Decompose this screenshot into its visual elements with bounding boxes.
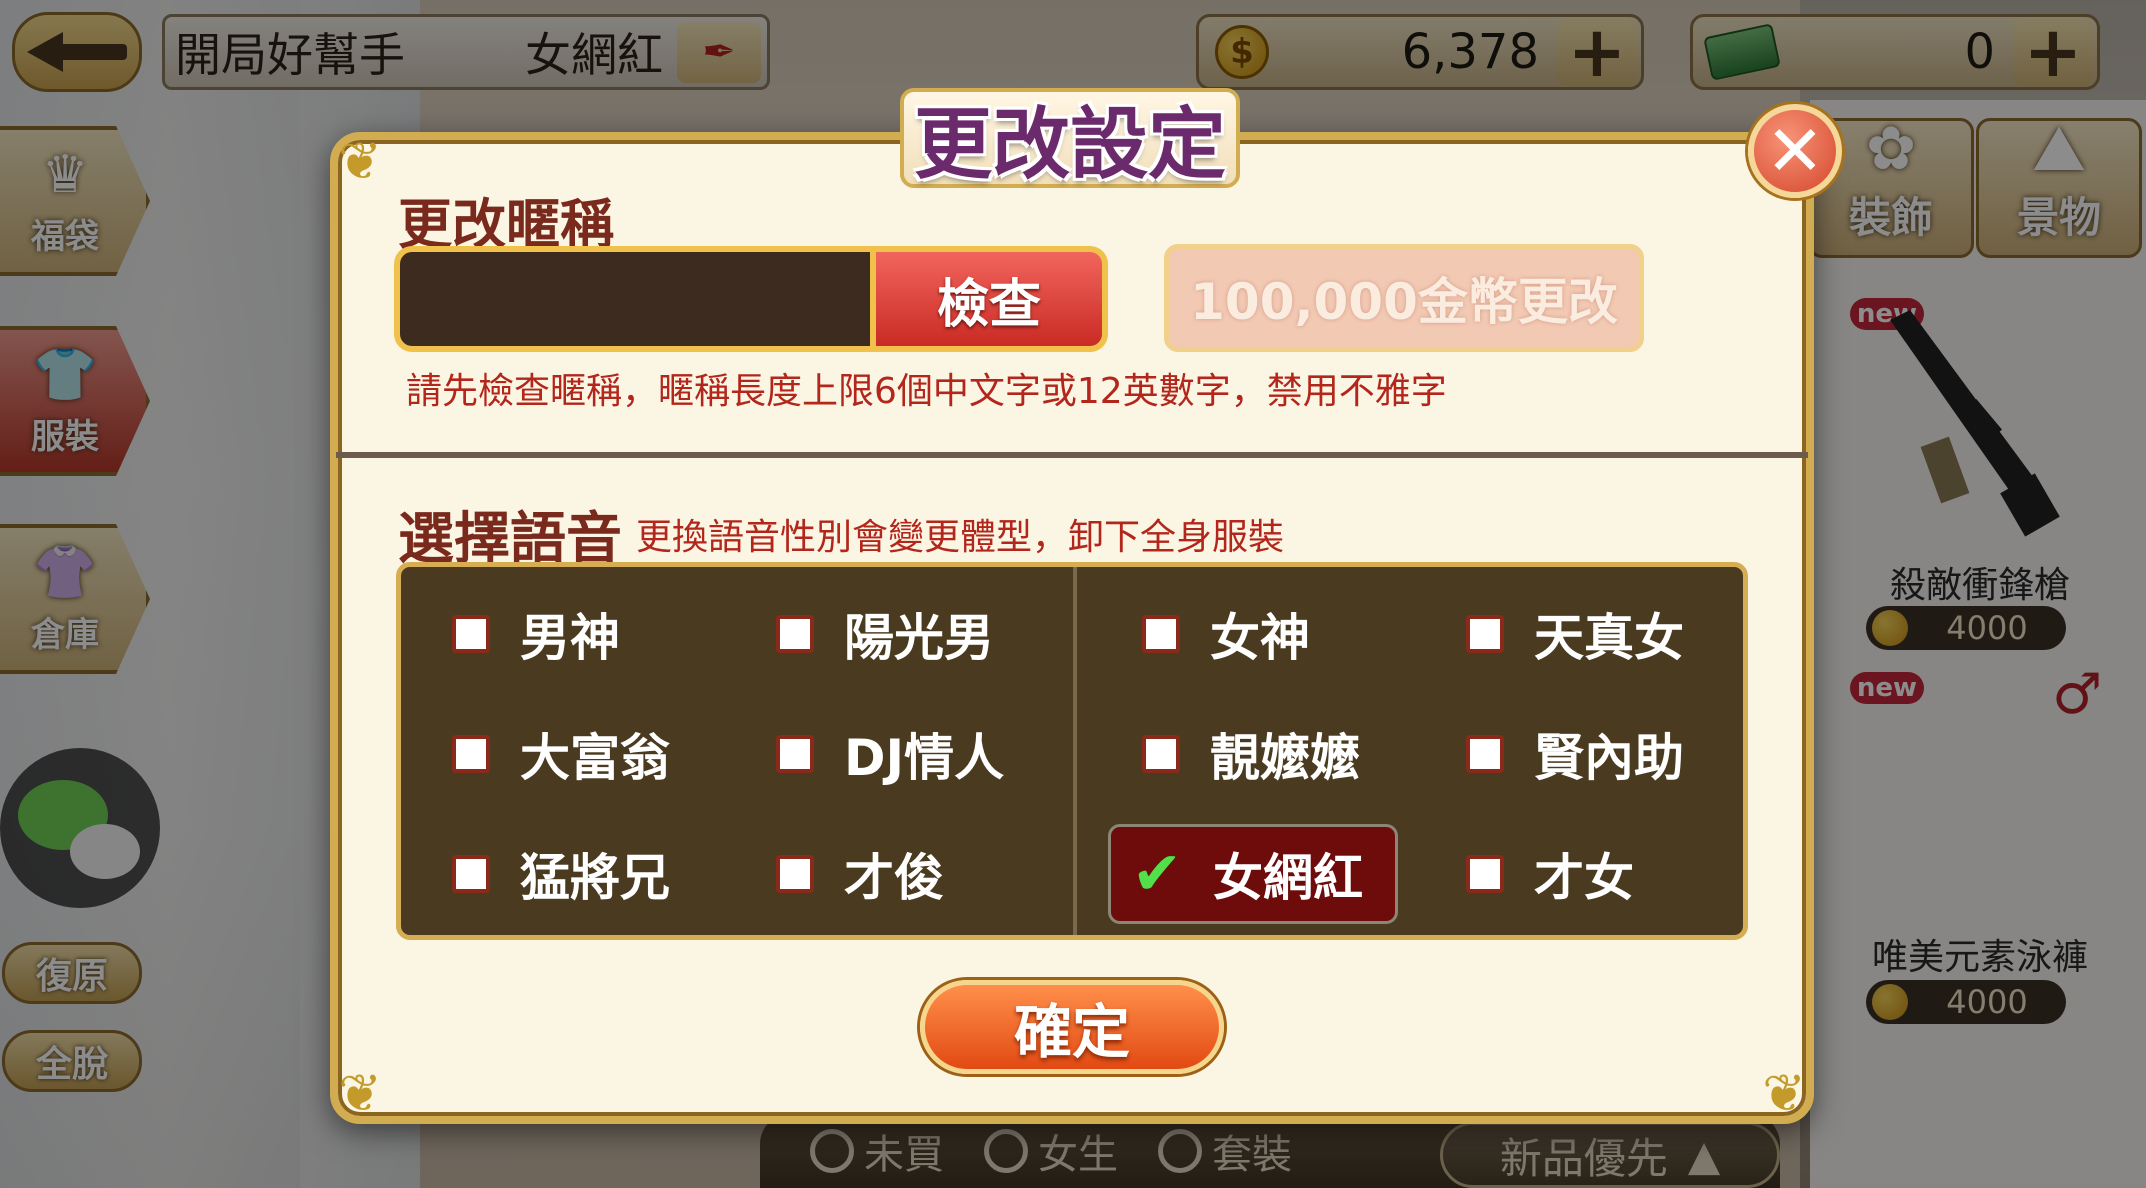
corner-ornament-icon: ❦ [338,1064,382,1124]
corner-ornament-icon: ❦ [338,132,382,192]
checkbox-icon [776,735,814,773]
checkbox-icon [452,735,490,773]
voice-option[interactable]: 陽光男 [776,584,994,684]
voice-option[interactable]: 女神 [1142,584,1310,684]
voice-label: 猛將兄 [520,849,670,907]
checkbox-icon [1142,735,1180,773]
voice-label: 天真女 [1534,609,1684,667]
voice-label: 才女 [1534,849,1634,907]
voice-label: 賢內助 [1534,729,1684,787]
checkbox-icon [452,615,490,653]
check-nickname-button[interactable]: 檢查 [870,246,1108,352]
checkmark-icon: ✔ [1131,839,1183,909]
voice-option[interactable]: 靚嬤嬤 [1142,704,1360,804]
voice-option[interactable]: 才女 [1466,824,1634,924]
voice-option[interactable]: 男神 [452,584,620,684]
voice-label: 才俊 [844,849,944,907]
checkbox-icon [452,855,490,893]
voice-label: 女神 [1210,609,1310,667]
checkbox-icon [1466,855,1504,893]
checkbox-icon [776,855,814,893]
confirm-button[interactable]: 確定 [920,980,1224,1074]
nickname-input[interactable] [394,246,874,352]
nickname-hint: 請先檢查暱稱，暱稱長度上限6個中文字或12英數字，禁用不雅字 [406,371,1447,412]
section-divider [336,452,1808,458]
voice-option[interactable]: 猛將兄 [452,824,670,924]
checkbox-icon [1142,615,1180,653]
voice-label: 男神 [520,609,620,667]
voice-hint: 更換語音性別會變更體型，卸下全身服裝 [636,517,1285,558]
voice-label: 大富翁 [520,729,670,787]
voice-label: DJ情人 [844,729,1005,787]
voice-option[interactable]: 大富翁 [452,704,670,804]
checkbox-icon [1466,615,1504,653]
voice-label: 女網紅 [1213,849,1363,907]
voice-option[interactable]: 賢內助 [1466,704,1684,804]
pay-rename-button[interactable]: 100,000金幣更改 [1164,244,1644,352]
voice-label: 靚嬤嬤 [1210,729,1360,787]
voice-option[interactable]: 天真女 [1466,584,1684,684]
close-icon[interactable]: ✕ [1748,104,1842,198]
dialog-title: 更改設定 [900,88,1240,190]
corner-ornament-icon: ❦ [1762,1064,1806,1124]
voice-option[interactable]: 才俊 [776,824,944,924]
voice-grid-divider [1073,567,1077,935]
checkbox-icon [776,615,814,653]
voice-option-selected[interactable]: ✔ 女網紅 [1108,824,1398,924]
voice-label: 陽光男 [844,609,994,667]
voice-option[interactable]: DJ情人 [776,704,1004,804]
checkbox-icon [1466,735,1504,773]
